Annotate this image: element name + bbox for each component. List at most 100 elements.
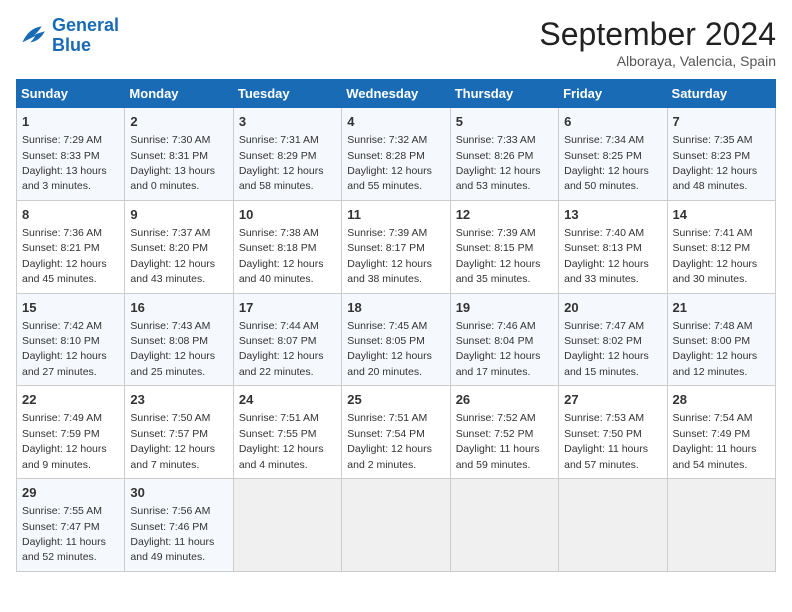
day-number: 4 <box>347 113 444 131</box>
day-number: 20 <box>564 299 661 317</box>
day-number: 8 <box>22 206 119 224</box>
weekday-header-row: SundayMondayTuesdayWednesdayThursdayFrid… <box>17 80 776 108</box>
day-number: 17 <box>239 299 336 317</box>
day-info: Sunrise: 7:52 AMSunset: 7:52 PMDaylight:… <box>456 412 540 470</box>
calendar-cell <box>667 479 775 572</box>
day-info: Sunrise: 7:51 AMSunset: 7:54 PMDaylight:… <box>347 412 432 470</box>
day-number: 3 <box>239 113 336 131</box>
calendar-week-row: 15 Sunrise: 7:42 AMSunset: 8:10 PMDayligh… <box>17 293 776 386</box>
day-number: 5 <box>456 113 553 131</box>
calendar-body: 1 Sunrise: 7:29 AMSunset: 8:33 PMDaylight… <box>17 108 776 572</box>
calendar-cell: 24Sunrise: 7:51 AMSunset: 7:55 PMDayligh… <box>233 386 341 479</box>
calendar-cell: 2 Sunrise: 7:30 AMSunset: 8:31 PMDaylight… <box>125 108 233 201</box>
calendar-cell: 13 Sunrise: 7:40 AMSunset: 8:13 PMDayligh… <box>559 200 667 293</box>
calendar-cell: 3 Sunrise: 7:31 AMSunset: 8:29 PMDaylight… <box>233 108 341 201</box>
page-header: General Blue September 2024 Alboraya, Va… <box>16 16 776 69</box>
calendar-cell: 14Sunrise: 7:41 AMSunset: 8:12 PMDayligh… <box>667 200 775 293</box>
weekday-header-thursday: Thursday <box>450 80 558 108</box>
logo-line1: General <box>52 15 119 35</box>
day-number: 21 <box>673 299 770 317</box>
day-number: 1 <box>22 113 119 131</box>
logo-icon <box>16 20 48 52</box>
day-number: 19 <box>456 299 553 317</box>
day-info: Sunrise: 7:43 AMSunset: 8:08 PMDaylight:… <box>130 320 215 378</box>
calendar-cell: 20 Sunrise: 7:47 AMSunset: 8:02 PMDayligh… <box>559 293 667 386</box>
day-info: Sunrise: 7:56 AMSunset: 7:46 PMDaylight:… <box>130 505 214 563</box>
day-info: Sunrise: 7:39 AMSunset: 8:17 PMDaylight:… <box>347 227 432 285</box>
calendar-cell: 4 Sunrise: 7:32 AMSunset: 8:28 PMDaylight… <box>342 108 450 201</box>
day-info: Sunrise: 7:46 AMSunset: 8:04 PMDaylight:… <box>456 320 541 378</box>
calendar-cell: 16 Sunrise: 7:43 AMSunset: 8:08 PMDayligh… <box>125 293 233 386</box>
calendar-table: SundayMondayTuesdayWednesdayThursdayFrid… <box>16 79 776 572</box>
day-number: 7 <box>673 113 770 131</box>
calendar-cell: 11Sunrise: 7:39 AMSunset: 8:17 PMDayligh… <box>342 200 450 293</box>
logo: General Blue <box>16 16 119 56</box>
day-info: Sunrise: 7:36 AMSunset: 8:21 PMDaylight:… <box>22 227 107 285</box>
day-info: Sunrise: 7:29 AMSunset: 8:33 PMDaylight:… <box>22 134 107 192</box>
weekday-header-sunday: Sunday <box>17 80 125 108</box>
day-info: Sunrise: 7:50 AMSunset: 7:57 PMDaylight:… <box>130 412 215 470</box>
day-number: 25 <box>347 391 444 409</box>
weekday-header-saturday: Saturday <box>667 80 775 108</box>
day-info: Sunrise: 7:41 AMSunset: 8:12 PMDaylight:… <box>673 227 758 285</box>
day-info: Sunrise: 7:40 AMSunset: 8:13 PMDaylight:… <box>564 227 649 285</box>
day-info: Sunrise: 7:47 AMSunset: 8:02 PMDaylight:… <box>564 320 649 378</box>
day-number: 9 <box>130 206 227 224</box>
day-number: 22 <box>22 391 119 409</box>
day-number: 23 <box>130 391 227 409</box>
calendar-week-row: 8 Sunrise: 7:36 AMSunset: 8:21 PMDaylight… <box>17 200 776 293</box>
day-info: Sunrise: 7:34 AMSunset: 8:25 PMDaylight:… <box>564 134 649 192</box>
day-number: 6 <box>564 113 661 131</box>
day-info: Sunrise: 7:31 AMSunset: 8:29 PMDaylight:… <box>239 134 324 192</box>
weekday-header-wednesday: Wednesday <box>342 80 450 108</box>
calendar-cell <box>233 479 341 572</box>
day-info: Sunrise: 7:37 AMSunset: 8:20 PMDaylight:… <box>130 227 215 285</box>
calendar-cell: 17 Sunrise: 7:44 AMSunset: 8:07 PMDayligh… <box>233 293 341 386</box>
calendar-cell: 7Sunrise: 7:35 AMSunset: 8:23 PMDaylight… <box>667 108 775 201</box>
calendar-cell: 25 Sunrise: 7:51 AMSunset: 7:54 PMDayligh… <box>342 386 450 479</box>
logo-text: General Blue <box>52 16 119 56</box>
day-info: Sunrise: 7:45 AMSunset: 8:05 PMDaylight:… <box>347 320 432 378</box>
calendar-cell: 12 Sunrise: 7:39 AMSunset: 8:15 PMDayligh… <box>450 200 558 293</box>
month-title: September 2024 <box>539 16 776 53</box>
title-block: September 2024 Alboraya, Valencia, Spain <box>539 16 776 69</box>
calendar-cell <box>450 479 558 572</box>
day-number: 27 <box>564 391 661 409</box>
day-info: Sunrise: 7:55 AMSunset: 7:47 PMDaylight:… <box>22 505 106 563</box>
day-number: 15 <box>22 299 119 317</box>
day-number: 28 <box>673 391 770 409</box>
weekday-header-friday: Friday <box>559 80 667 108</box>
day-info: Sunrise: 7:30 AMSunset: 8:31 PMDaylight:… <box>130 134 215 192</box>
day-number: 13 <box>564 206 661 224</box>
weekday-header-monday: Monday <box>125 80 233 108</box>
day-info: Sunrise: 7:53 AMSunset: 7:50 PMDaylight:… <box>564 412 648 470</box>
calendar-cell: 29 Sunrise: 7:55 AMSunset: 7:47 PMDayligh… <box>17 479 125 572</box>
day-info: Sunrise: 7:42 AMSunset: 8:10 PMDaylight:… <box>22 320 107 378</box>
day-number: 12 <box>456 206 553 224</box>
calendar-cell: 21Sunrise: 7:48 AMSunset: 8:00 PMDayligh… <box>667 293 775 386</box>
calendar-cell: 9 Sunrise: 7:37 AMSunset: 8:20 PMDaylight… <box>125 200 233 293</box>
day-number: 29 <box>22 484 119 502</box>
calendar-week-row: 29 Sunrise: 7:55 AMSunset: 7:47 PMDayligh… <box>17 479 776 572</box>
calendar-cell: 23 Sunrise: 7:50 AMSunset: 7:57 PMDayligh… <box>125 386 233 479</box>
day-info: Sunrise: 7:38 AMSunset: 8:18 PMDaylight:… <box>239 227 324 285</box>
calendar-cell: 8 Sunrise: 7:36 AMSunset: 8:21 PMDaylight… <box>17 200 125 293</box>
calendar-cell: 30 Sunrise: 7:56 AMSunset: 7:46 PMDayligh… <box>125 479 233 572</box>
day-info: Sunrise: 7:33 AMSunset: 8:26 PMDaylight:… <box>456 134 541 192</box>
calendar-cell <box>342 479 450 572</box>
calendar-cell: 28 Sunrise: 7:54 AMSunset: 7:49 PMDayligh… <box>667 386 775 479</box>
location-title: Alboraya, Valencia, Spain <box>539 53 776 69</box>
calendar-cell: 6 Sunrise: 7:34 AMSunset: 8:25 PMDaylight… <box>559 108 667 201</box>
day-info: Sunrise: 7:32 AMSunset: 8:28 PMDaylight:… <box>347 134 432 192</box>
calendar-cell: 15 Sunrise: 7:42 AMSunset: 8:10 PMDayligh… <box>17 293 125 386</box>
day-number: 30 <box>130 484 227 502</box>
weekday-header-tuesday: Tuesday <box>233 80 341 108</box>
day-number: 2 <box>130 113 227 131</box>
day-number: 10 <box>239 206 336 224</box>
day-number: 16 <box>130 299 227 317</box>
calendar-week-row: 1 Sunrise: 7:29 AMSunset: 8:33 PMDaylight… <box>17 108 776 201</box>
day-info: Sunrise: 7:39 AMSunset: 8:15 PMDaylight:… <box>456 227 541 285</box>
calendar-cell: 27 Sunrise: 7:53 AMSunset: 7:50 PMDayligh… <box>559 386 667 479</box>
day-info: Sunrise: 7:44 AMSunset: 8:07 PMDaylight:… <box>239 320 324 378</box>
day-info: Sunrise: 7:54 AMSunset: 7:49 PMDaylight:… <box>673 412 757 470</box>
